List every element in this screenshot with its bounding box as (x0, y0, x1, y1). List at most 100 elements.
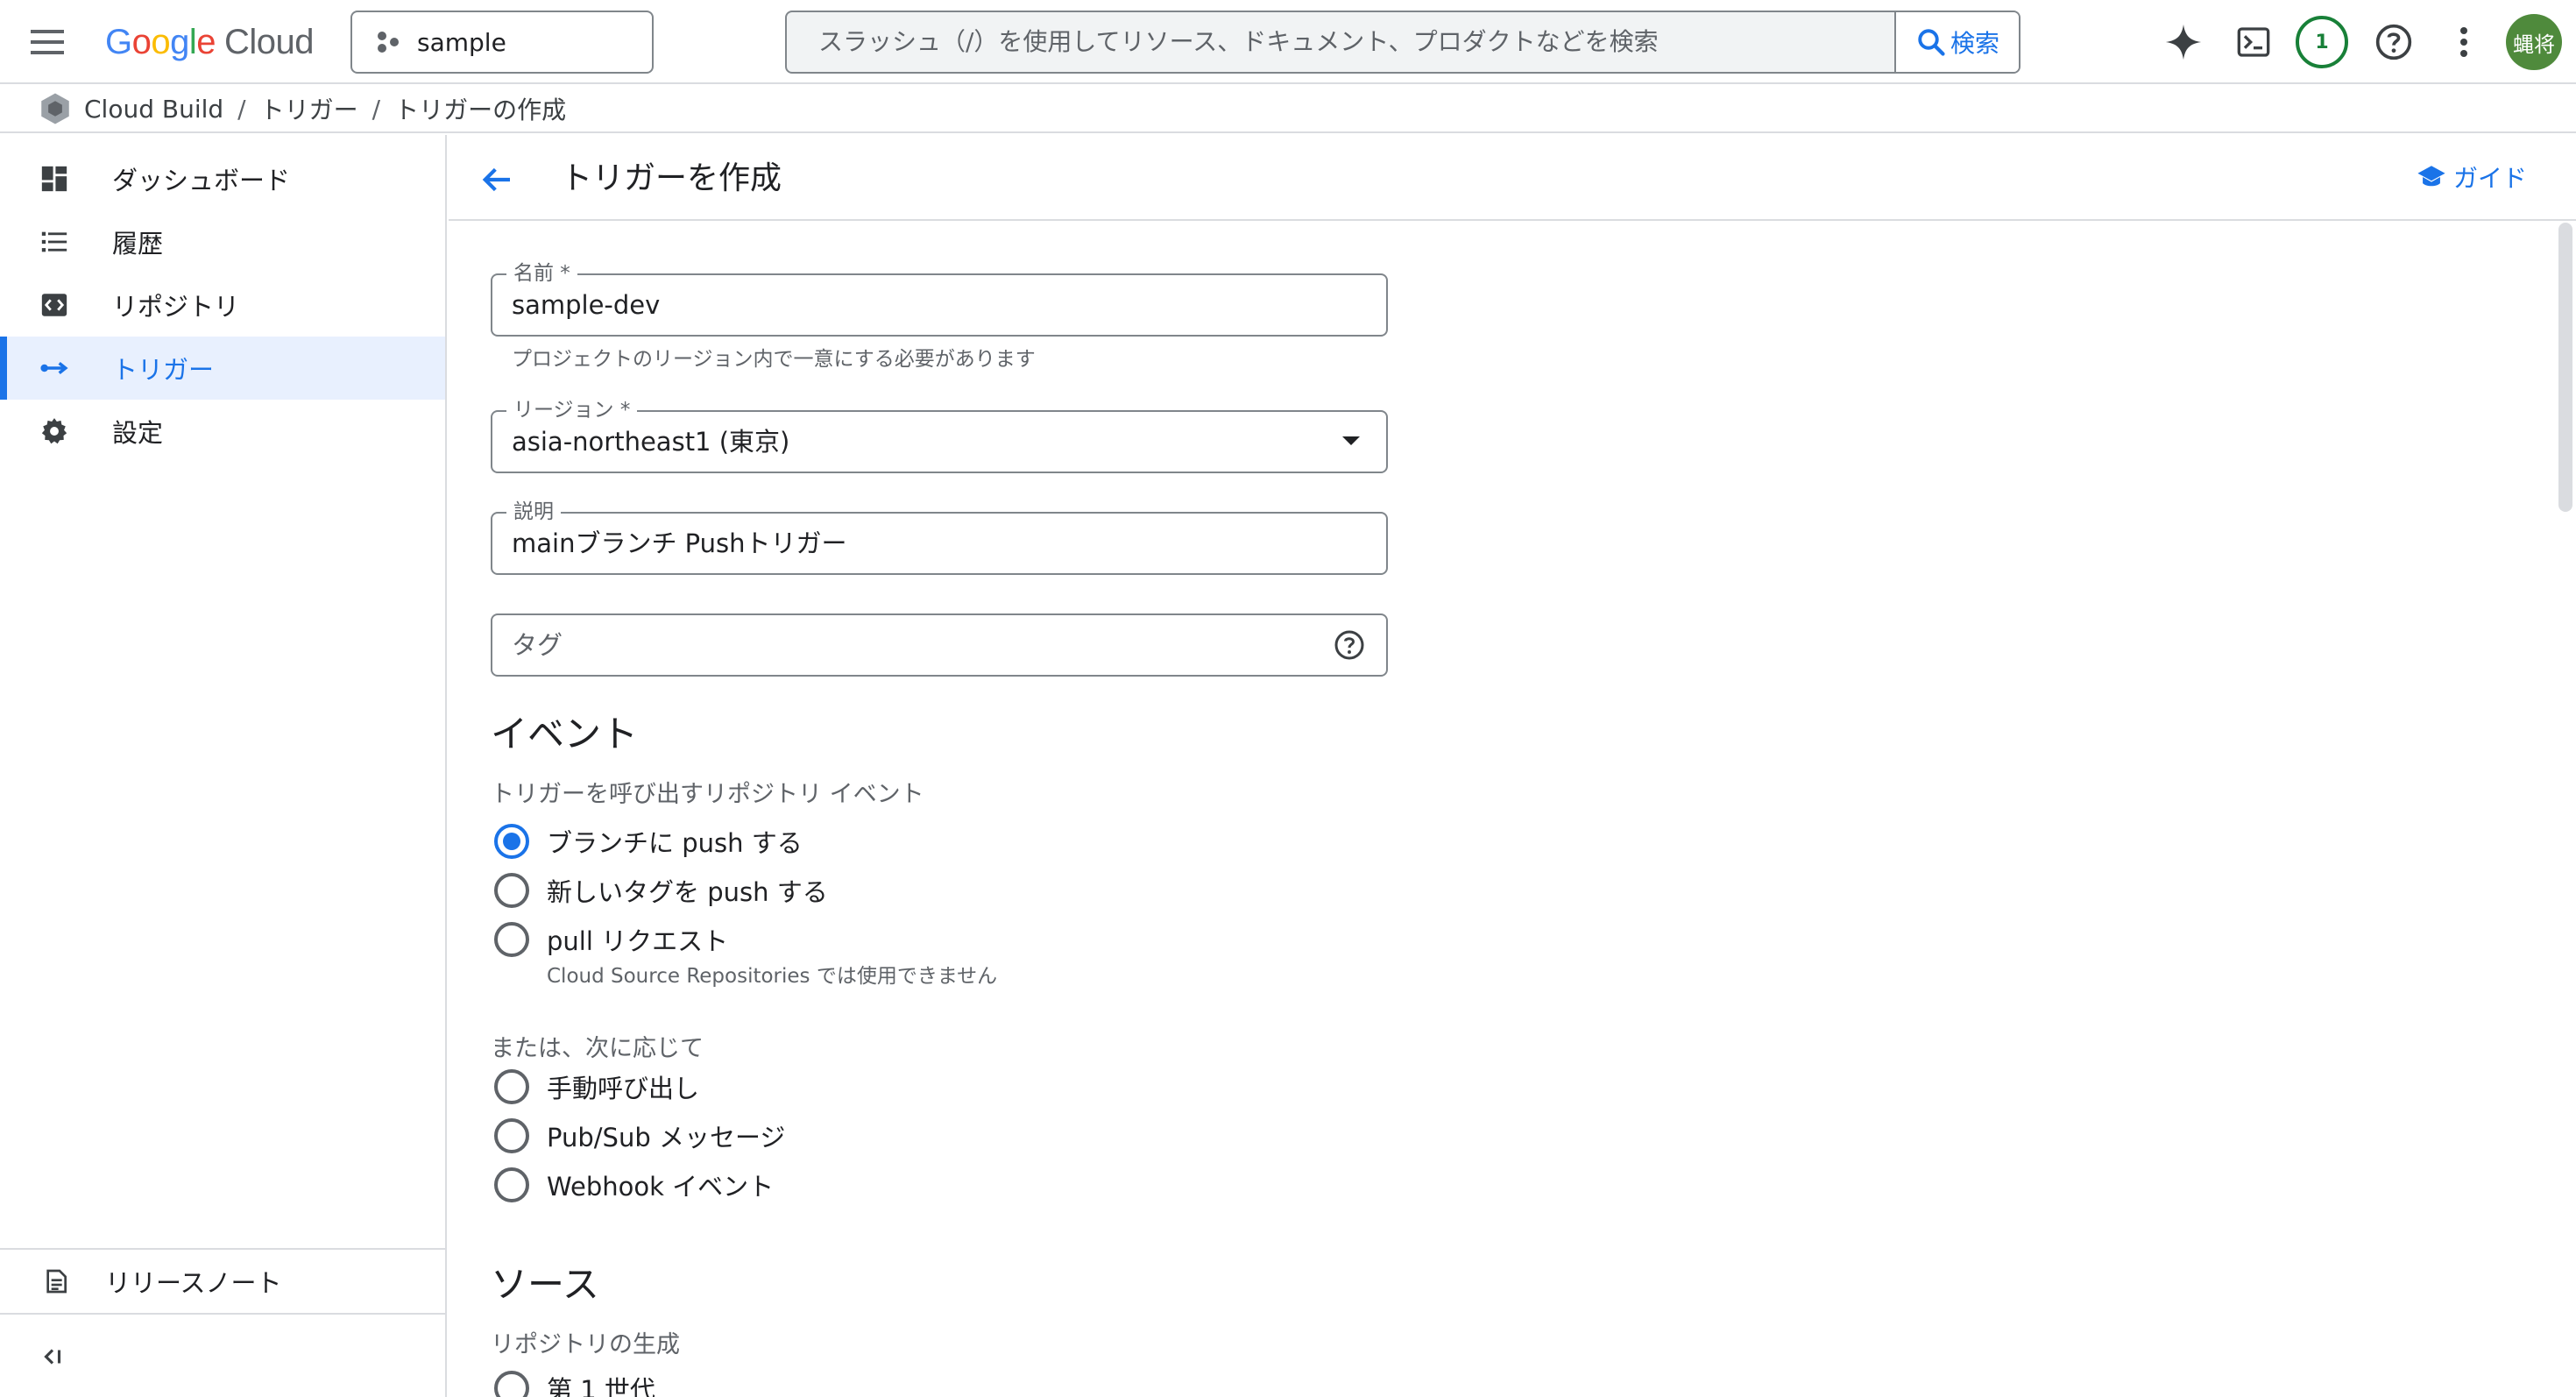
sidebar-item-label: ダッシュボード (112, 166, 291, 195)
logo-google-text: G (105, 22, 132, 61)
cloud-shell-button[interactable] (2231, 19, 2276, 65)
search-icon (1918, 29, 1945, 56)
main-menu-button[interactable] (25, 19, 70, 65)
name-input[interactable]: sample-dev (512, 275, 660, 335)
project-icon (378, 32, 399, 53)
name-field[interactable]: 名前 * sample-dev (491, 261, 1388, 337)
search-bar[interactable]: スラッシュ（/）を使用してリソース、ドキュメント、プロダクトなどを検索 検索 (785, 11, 2020, 74)
or-label: または、次に応じて (491, 1035, 704, 1062)
radio-button[interactable] (494, 1167, 529, 1202)
help-icon (2375, 24, 2412, 60)
event-section-title: イベント (491, 713, 639, 755)
sidebar: ダッシュボード 履歴 リポジトリ トリガー 設定 リリースノート (0, 135, 447, 1397)
release-notes-link[interactable]: リリースノート (0, 1250, 445, 1313)
region-value: asia-northeast1 (東京) (512, 427, 790, 457)
radio-button[interactable] (494, 1069, 529, 1104)
radio-label: pull リクエスト (547, 926, 729, 956)
dashboard-icon (37, 161, 72, 196)
sidebar-item-settings[interactable]: 設定 (0, 400, 445, 463)
top-bar: Google Cloud sample スラッシュ（/）を使用してリソース、ドキ… (0, 0, 2576, 84)
radio-button-checked[interactable] (494, 824, 529, 859)
more-vert-icon (2460, 27, 2467, 57)
logo-cloud-text: Cloud (224, 22, 315, 61)
account-avatar[interactable]: 蝿将 (2506, 14, 2562, 70)
breadcrumb-cloud-build[interactable]: Cloud Build (84, 95, 223, 124)
radio-push-tag[interactable]: 新しいタグを push する (494, 869, 828, 911)
sidebar-item-dashboard[interactable]: ダッシュボード (0, 147, 445, 210)
gear-icon (37, 414, 72, 449)
release-notes-icon (39, 1264, 74, 1299)
sidebar-item-repositories[interactable]: リポジトリ (0, 273, 445, 337)
search-button-label: 検索 (1950, 29, 1999, 58)
radio-label: 手動呼び出し (547, 1074, 700, 1103)
notifications-button[interactable]: 1 (2296, 16, 2348, 68)
sidebar-item-label: リポジトリ (112, 292, 240, 322)
radio-pull-request[interactable]: pull リクエスト (494, 918, 728, 961)
guide-label: ガイド (2452, 164, 2527, 193)
release-notes-label: リリースノート (105, 1268, 282, 1298)
radio-first-gen[interactable]: 第 1 世代 (494, 1367, 655, 1397)
trigger-icon (37, 351, 72, 386)
sidebar-item-label: 設定 (112, 418, 164, 448)
tags-input[interactable]: タグ (512, 615, 563, 675)
radio-label: 新しいタグを push する (547, 877, 828, 907)
cloud-build-icon (41, 93, 69, 124)
radio-button[interactable] (494, 1118, 529, 1153)
breadcrumb-create-trigger: トリガーの作成 (394, 96, 567, 124)
sidebar-item-label: 履歴 (112, 229, 164, 259)
sidebar-item-label: トリガー (112, 355, 215, 385)
name-hint: プロジェクトのリージョン内で一意にする必要があります (512, 348, 1036, 371)
radio-pubsub[interactable]: Pub/Sub メッセージ (494, 1115, 785, 1157)
description-field[interactable]: 説明 mainブランチ Pushトリガー (491, 500, 1388, 575)
gemini-sparkle-icon (2165, 24, 2202, 60)
terminal-icon (2237, 27, 2270, 57)
list-icon (37, 224, 72, 259)
radio-label: Pub/Sub メッセージ (547, 1123, 786, 1152)
radio-label: ブランチに push する (547, 828, 803, 858)
arrow-back-icon (482, 167, 510, 192)
school-icon (2417, 166, 2445, 187)
sidebar-divider (0, 1313, 445, 1315)
hamburger-menu-icon (31, 30, 64, 54)
more-options-button[interactable] (2441, 19, 2487, 65)
sidebar-item-history[interactable]: 履歴 (0, 210, 445, 273)
gemini-button[interactable] (2161, 19, 2206, 65)
breadcrumb-separator: / (237, 94, 246, 124)
dropdown-arrow-icon (1342, 436, 1360, 445)
radio-button[interactable] (494, 873, 529, 908)
tags-field[interactable]: タグ (491, 613, 1388, 677)
scrollbar[interactable] (2558, 223, 2572, 512)
search-button[interactable]: 検索 (1894, 12, 2019, 72)
breadcrumb-triggers[interactable]: トリガー (260, 91, 358, 126)
guide-button[interactable]: ガイド (2417, 160, 2527, 195)
radio-webhook[interactable]: Webhook イベント (494, 1164, 774, 1206)
help-icon[interactable] (1334, 629, 1365, 661)
collapse-icon (35, 1339, 70, 1374)
project-name: sample (417, 27, 506, 57)
radio-push-branch[interactable]: ブランチに push する (494, 820, 803, 862)
notification-count-badge: 1 (2296, 16, 2348, 68)
page-title: トリガーを作成 (561, 160, 782, 196)
radio-button[interactable] (494, 922, 529, 957)
description-input[interactable]: mainブランチ Pushトリガー (512, 514, 847, 573)
radio-label: 第 1 世代 (547, 1375, 655, 1397)
region-select[interactable]: リージョン * asia-northeast1 (東京) (491, 398, 1388, 473)
back-button[interactable] (475, 158, 519, 202)
breadcrumb-separator: / (372, 94, 381, 124)
breadcrumb: Cloud Build / トリガー / トリガーの作成 (0, 86, 2576, 133)
search-input[interactable]: スラッシュ（/）を使用してリソース、ドキュメント、プロダクトなどを検索 (818, 12, 1659, 72)
project-picker[interactable]: sample (350, 11, 654, 74)
radio-button[interactable] (494, 1371, 529, 1397)
collapse-sidebar-button[interactable] (0, 1325, 445, 1388)
pull-request-note: Cloud Source Repositories では使用できません (547, 965, 998, 988)
radio-manual[interactable]: 手動呼び出し (494, 1066, 699, 1108)
google-cloud-logo[interactable]: Google Cloud (105, 19, 315, 65)
source-subtitle: リポジトリの生成 (491, 1331, 680, 1358)
page-header: トリガーを作成 ガイド (449, 135, 2576, 221)
sidebar-item-triggers[interactable]: トリガー (0, 337, 445, 400)
repository-icon (37, 287, 72, 323)
help-button[interactable] (2371, 19, 2417, 65)
event-subtitle: トリガーを呼び出すリポジトリ イベント (491, 781, 924, 808)
radio-label: Webhook イベント (547, 1172, 775, 1202)
source-section-title: ソース (491, 1263, 599, 1306)
